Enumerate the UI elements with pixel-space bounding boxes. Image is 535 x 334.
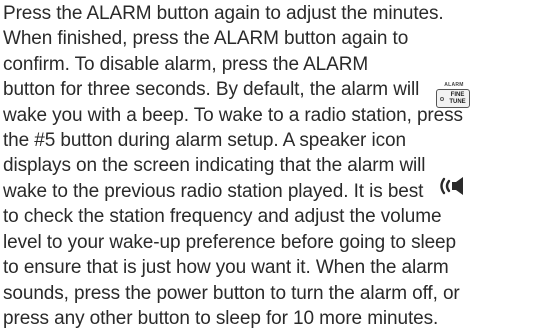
manual-page: Press the ALARM button again to adjust t… (0, 0, 535, 334)
text-line-1: Press the ALARM button again to adjust t… (3, 3, 444, 24)
text-line-7: displays on the screen indicating that t… (3, 155, 426, 176)
fine-tune-label: FINE TUNE (449, 92, 466, 105)
text-line-12: sounds, press the power button to turn t… (3, 283, 460, 304)
text-line-9: to check the station frequency and adjus… (3, 206, 442, 227)
text-line-10: level to your wake-up preference before … (3, 232, 456, 253)
text-line-4: button for three seconds. By default, th… (3, 79, 420, 100)
led-dot-icon (440, 97, 444, 101)
text-line-11: to ensure that is just how you want it. … (3, 257, 449, 278)
text-line-8: wake to the previous radio station playe… (3, 181, 424, 202)
button-body: FINE TUNE (436, 89, 470, 108)
text-line-3: confirm. To disable alarm, press the ALA… (3, 54, 369, 75)
text-line-2: When finished, press the ALARM button ag… (3, 28, 409, 49)
alarm-caption: ALARM (444, 82, 464, 88)
text-line-5: wake you with a beep. To wake to a radio… (3, 105, 463, 126)
text-line-13: press any other button to sleep for 10 m… (3, 308, 439, 329)
speaker-icon (440, 177, 463, 195)
alarm-fine-tune-button-icon: ALARM FINE TUNE (435, 82, 473, 110)
text-line-6: the #5 button during alarm setup. A spea… (3, 130, 406, 151)
